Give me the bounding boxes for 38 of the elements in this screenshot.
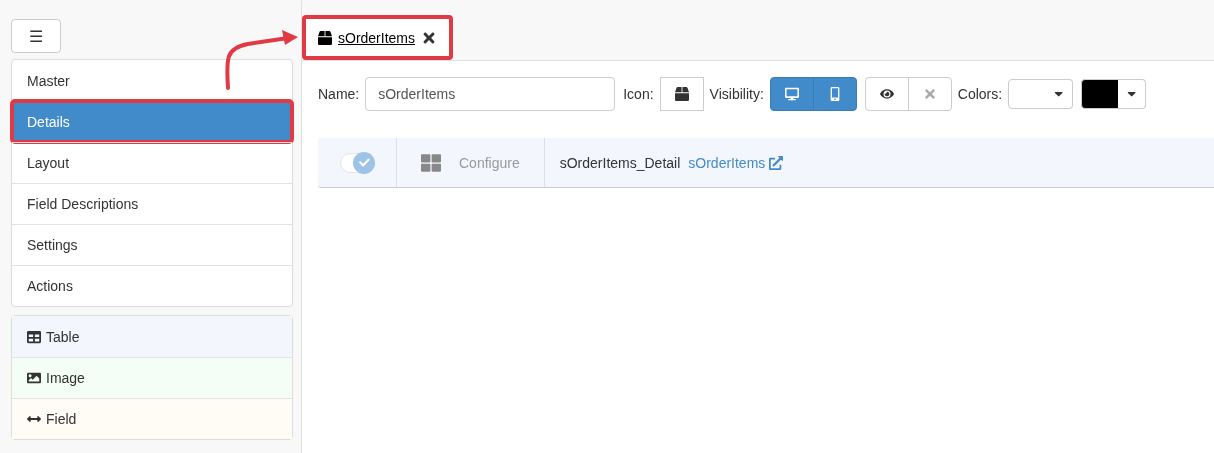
check-icon xyxy=(358,157,370,168)
tab[interactable]: sOrderItems xyxy=(302,15,453,60)
color-dropdown[interactable] xyxy=(1118,79,1147,109)
show-toggle[interactable] xyxy=(864,77,909,111)
palette-item[interactable]: Table xyxy=(12,316,292,357)
palette-item[interactable]: Image xyxy=(12,357,292,398)
eye-icon xyxy=(879,87,894,101)
palette-item[interactable]: Field xyxy=(12,398,292,439)
table-icon xyxy=(27,329,41,344)
enable-switch[interactable] xyxy=(340,152,374,173)
external-link-icon xyxy=(769,155,784,170)
grid-icon xyxy=(421,152,441,173)
colors-label: Colors: xyxy=(957,86,1003,102)
image-icon xyxy=(27,371,41,385)
color-swatch[interactable] xyxy=(1081,79,1120,109)
close-icon xyxy=(922,87,937,101)
desktop-toggle[interactable] xyxy=(769,77,814,111)
tab-link[interactable]: sOrderItems xyxy=(318,29,415,46)
visibility-label: Visibility: xyxy=(709,86,764,102)
box-icon xyxy=(674,87,689,101)
nav-item[interactable]: Actions xyxy=(12,265,292,306)
nav-item[interactable]: Settings xyxy=(12,224,292,265)
detail-name: sOrderItems_Detail xyxy=(559,154,681,171)
mobile-toggle[interactable] xyxy=(812,77,857,111)
icon-picker-button[interactable] xyxy=(659,77,704,111)
name-field[interactable]: sOrderItems xyxy=(365,77,616,111)
menu-button[interactable]: ☰ xyxy=(11,19,61,53)
monitor-icon xyxy=(784,87,799,101)
color-swatch[interactable] xyxy=(1008,79,1047,109)
color-dropdown[interactable] xyxy=(1045,79,1074,109)
icon-label: Icon: xyxy=(623,86,654,102)
nav-item[interactable]: Details xyxy=(12,101,292,142)
nav-item[interactable]: Layout xyxy=(12,142,292,183)
nav-item[interactable]: Field Descriptions xyxy=(12,183,292,224)
nav-item[interactable]: Master xyxy=(12,60,292,101)
hide-toggle[interactable] xyxy=(907,77,952,111)
box-icon xyxy=(318,30,332,45)
name-label: Name: xyxy=(318,86,360,102)
